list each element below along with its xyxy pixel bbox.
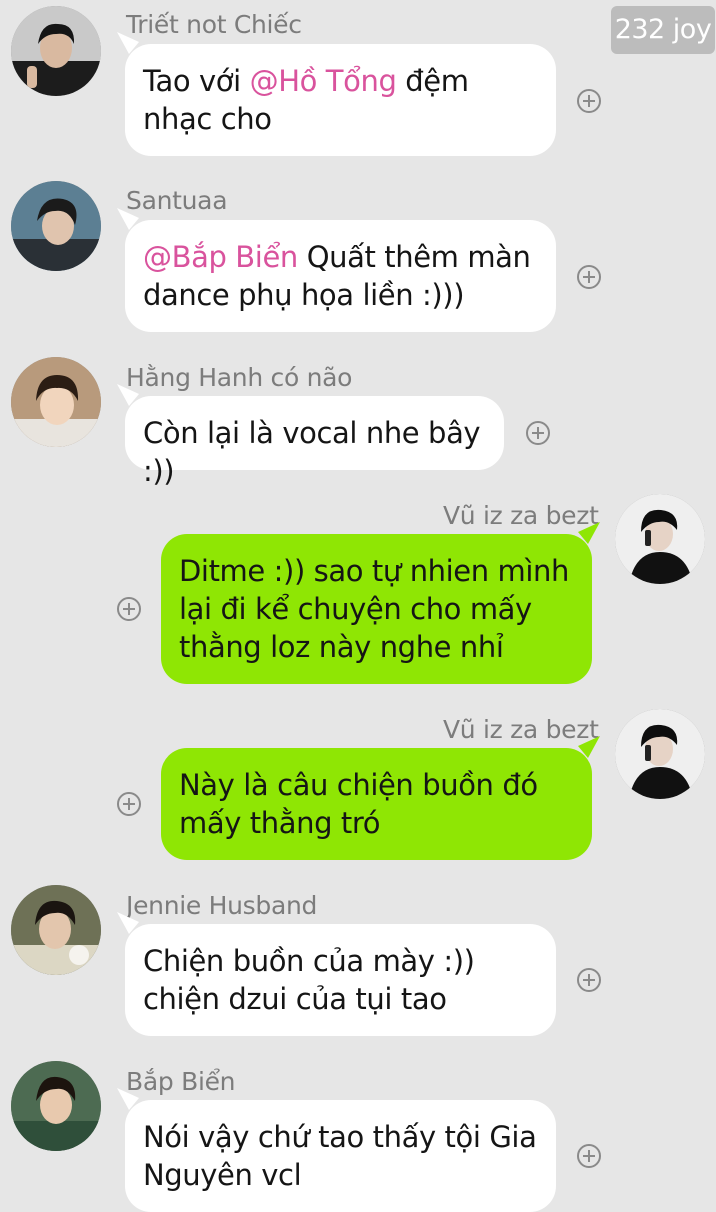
message-bubble[interactable]: Tao với @Hồ Tổng đệm nhạc cho [117, 32, 556, 156]
bubble-tail-icon [117, 32, 139, 54]
sender-name: Santuaa [126, 186, 228, 215]
mention-link[interactable]: @Hồ Tổng [250, 64, 397, 98]
add-reaction-icon[interactable] [117, 792, 141, 816]
bubble-tail-icon [578, 522, 600, 544]
avatar[interactable] [11, 885, 101, 975]
message-bubble[interactable]: Này là câu chiện buồn đó mấy thằng tró [161, 736, 600, 860]
bubble-tail-icon [578, 736, 600, 758]
add-reaction-icon[interactable] [577, 89, 601, 113]
message-bubble[interactable]: Còn lại là vocal nhe bây :)) [117, 384, 504, 488]
message-text: Nói vậy chứ tao thấy tội Gia Nguyên vcl [143, 1120, 537, 1192]
message-bubble[interactable]: @Bắp Biển Quất thêm màn dance phụ họa li… [117, 208, 556, 332]
sender-name: Triết not Chiếc [126, 10, 302, 39]
message-bubble[interactable]: Ditme :)) sao tự nhien mình lại đi kể ch… [161, 522, 600, 684]
avatar[interactable] [615, 494, 705, 584]
mention-link[interactable]: @Bắp Biển [143, 240, 298, 274]
sender-name: Jennie Husband [126, 891, 318, 920]
bubble-tail-icon [117, 912, 139, 934]
add-reaction-icon[interactable] [577, 265, 601, 289]
avatar[interactable] [11, 1061, 101, 1151]
sender-name: Vũ iz za bezt [443, 715, 599, 744]
avatar[interactable] [11, 357, 101, 447]
sender-name: Hằng Hanh có não [126, 363, 353, 392]
message-bubble[interactable]: Nói vậy chứ tao thấy tội Gia Nguyên vcl [117, 1088, 556, 1212]
message-text: Chiện buồn của mày :)) chiện dzui của tụ… [143, 944, 475, 1016]
avatar[interactable] [615, 709, 705, 799]
sender-name: Bắp Biển [126, 1067, 236, 1096]
message-text: Ditme :)) sao tự nhien mình lại đi kể ch… [179, 554, 570, 664]
sender-name: Vũ iz za bezt [443, 501, 599, 530]
joy-counter-badge: 232 joy [611, 6, 715, 54]
message-text: Này là câu chiện buồn đó mấy thằng tró [179, 768, 538, 840]
add-reaction-icon[interactable] [117, 597, 141, 621]
bubble-tail-icon [117, 1088, 139, 1110]
bubble-tail-icon [117, 384, 139, 406]
message-text: Tao với [143, 64, 250, 98]
add-reaction-icon[interactable] [526, 421, 550, 445]
bubble-tail-icon [117, 208, 139, 230]
add-reaction-icon[interactable] [577, 1144, 601, 1168]
avatar[interactable] [11, 181, 101, 271]
message-text: Còn lại là vocal nhe bây :)) [143, 416, 481, 488]
avatar[interactable] [11, 6, 101, 96]
message-bubble[interactable]: Chiện buồn của mày :)) chiện dzui của tụ… [117, 912, 556, 1036]
add-reaction-icon[interactable] [577, 968, 601, 992]
